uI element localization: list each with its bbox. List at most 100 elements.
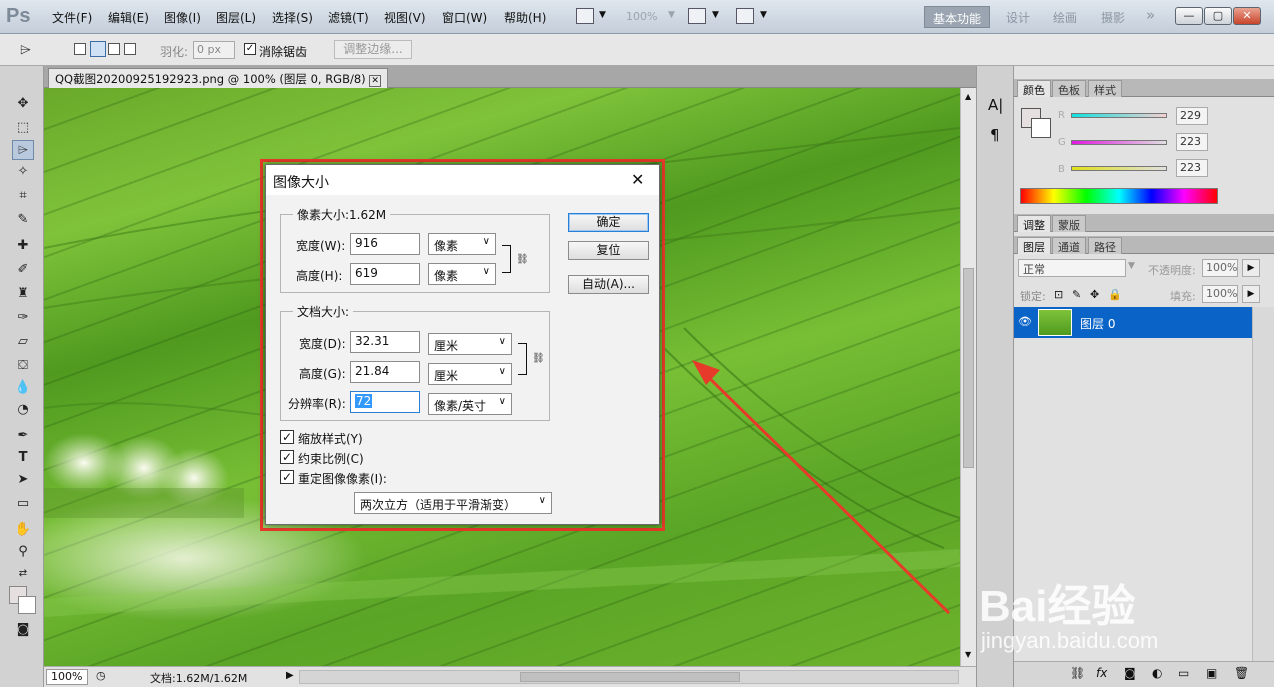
arrange-documents-icon[interactable] [688,8,706,24]
workspace-essentials[interactable]: 基本功能 [924,6,991,28]
menu-window[interactable]: 窗口(W) [442,9,487,26]
crop-tool-icon[interactable]: ⌗ [12,186,34,206]
hand-tool-icon[interactable]: ✋ [12,520,34,540]
tab-styles[interactable]: 样式 [1088,80,1122,97]
move-tool-icon[interactable]: ✥ [12,94,34,114]
r-slider[interactable] [1071,113,1167,118]
layer-name[interactable]: 图层 0 [1080,315,1115,332]
doc-width-input[interactable]: 32.31 [350,331,420,353]
resample-method-select[interactable]: 两次立方（适用于平滑渐变） ∨ [354,492,552,514]
healing-brush-icon[interactable]: ✚ [12,236,34,256]
new-layer-icon[interactable]: ▣ [1206,666,1217,680]
fill-arrow-icon[interactable]: ▶ [1242,285,1260,303]
chevron-down-icon[interactable]: ▼ [760,10,767,20]
tab-color[interactable]: 颜色 [1017,80,1051,97]
menu-layer[interactable]: 图层(L) [216,9,256,26]
document-tab[interactable]: QQ截图20200925192923.png @ 100% (图层 0, RGB… [48,68,388,88]
workspace-design[interactable]: 设计 [998,6,1038,28]
status-menu-icon[interactable]: ▶ [286,670,294,681]
reset-button[interactable]: 复位 [568,241,649,260]
lock-pixels-icon[interactable]: ✎ [1072,288,1081,301]
add-mask-icon[interactable]: ◙ [1124,666,1136,680]
constrain-proportions-checkbox[interactable]: ✓ [280,450,294,464]
link-layers-icon[interactable]: ⛓ [1070,666,1085,680]
marquee-tool-icon[interactable]: ⬚ [12,118,34,138]
pixel-width-input[interactable]: 916 [350,233,420,255]
workspace-painting[interactable]: 绘画 [1045,6,1085,28]
opacity-input[interactable]: 100% [1202,259,1238,277]
intersect-selection-icon[interactable] [124,43,136,55]
screen-mode-full-icon[interactable] [736,8,754,24]
menu-image[interactable]: 图像(I) [164,9,201,26]
workspace-more-icon[interactable]: » [1138,3,1163,25]
scroll-down-icon[interactable]: ▼ [965,650,971,659]
scroll-up-icon[interactable]: ▲ [965,92,971,101]
chevron-down-icon[interactable]: ▼ [599,10,606,20]
pixel-width-unit-select[interactable]: 像素 ∨ [428,233,496,255]
b-value[interactable]: 223 [1176,159,1208,177]
lock-all-icon[interactable]: 🔒 [1108,288,1122,301]
stamp-tool-icon[interactable]: ♜ [12,284,34,304]
pixel-height-input[interactable]: 619 [350,263,420,285]
history-brush-icon[interactable]: ✑ [12,308,34,328]
layer-row[interactable]: 👁 图层 0 [1014,307,1252,338]
doc-width-unit-select[interactable]: 厘米 ∨ [428,333,512,355]
paragraph-panel-icon[interactable]: ¶ [990,126,1000,144]
tab-paths[interactable]: 路径 [1088,237,1122,254]
feather-input[interactable]: 0 px [193,41,235,59]
tab-adjustments[interactable]: 调整 [1017,215,1051,232]
character-panel-icon[interactable]: A| [988,96,1003,114]
shape-tool-icon[interactable]: ▭ [12,494,34,514]
chevron-down-icon[interactable]: ▼ [1128,261,1135,271]
blend-mode-select[interactable]: 正常 [1018,259,1126,277]
polygonal-lasso-icon[interactable]: ⌲ [20,42,31,58]
subtract-selection-icon[interactable] [108,43,120,55]
quick-select-icon[interactable]: ✧ [12,162,34,182]
resample-checkbox[interactable]: ✓ [280,470,294,484]
chevron-down-icon[interactable]: ▼ [668,10,675,20]
blur-tool-icon[interactable]: 💧 [12,378,34,398]
workspace-photography[interactable]: 摄影 [1093,6,1133,28]
new-group-icon[interactable]: ▭ [1178,666,1189,680]
menu-edit[interactable]: 编辑(E) [108,9,149,26]
tab-masks[interactable]: 蒙版 [1052,215,1086,232]
add-selection-icon[interactable] [90,41,106,57]
status-zoom[interactable]: 100% [46,669,88,685]
color-bg-swatch[interactable] [1031,118,1051,138]
new-selection-icon[interactable] [74,43,86,55]
scale-styles-checkbox[interactable]: ✓ [280,430,294,444]
auto-button[interactable]: 自动(A)... [568,275,649,294]
horizontal-scrollbar[interactable] [299,670,959,684]
b-slider[interactable] [1071,166,1167,171]
resolution-unit-select[interactable]: 像素/英寸 ∨ [428,393,512,415]
color-spectrum[interactable] [1020,188,1218,204]
zoom-tool-icon[interactable]: ⚲ [12,542,34,562]
close-tab-icon[interactable]: ✕ [369,75,381,87]
doc-height-input[interactable]: 21.84 [350,361,420,383]
g-slider[interactable] [1071,140,1167,145]
vertical-scrollbar[interactable]: ▲ ▼ [960,88,976,666]
fill-input[interactable]: 100% [1202,285,1238,303]
tab-layers[interactable]: 图层 [1017,237,1051,254]
background-color-swatch[interactable] [18,596,36,614]
pixel-height-unit-select[interactable]: 像素 ∨ [428,263,496,285]
refine-edge-button[interactable]: 调整边缘... [334,40,412,59]
menu-help[interactable]: 帮助(H) [504,9,546,26]
screen-mode-icon[interactable] [576,8,594,24]
close-window-button[interactable]: ✕ [1233,7,1261,25]
ok-button[interactable]: 确定 [568,213,649,232]
lock-transparency-icon[interactable]: ⊡ [1054,288,1063,301]
opacity-arrow-icon[interactable]: ▶ [1242,259,1260,277]
maximize-button[interactable]: ▢ [1204,7,1232,25]
antialias-checkbox[interactable]: ✓ [244,43,256,55]
trash-icon[interactable]: 🗑 [1234,666,1249,680]
quick-mask-icon[interactable]: ◙ [12,620,34,640]
resolution-input[interactable]: 72 [350,391,420,413]
tab-swatches[interactable]: 色板 [1052,80,1086,97]
eyedropper-icon[interactable]: ✎ [12,210,34,230]
dialog-close-button[interactable]: ✕ [631,170,644,189]
visibility-eye-icon[interactable]: 👁 [1018,315,1032,328]
status-info-icon[interactable]: ◷ [96,669,106,682]
scrollbar-thumb[interactable] [963,268,974,468]
g-value[interactable]: 223 [1176,133,1208,151]
